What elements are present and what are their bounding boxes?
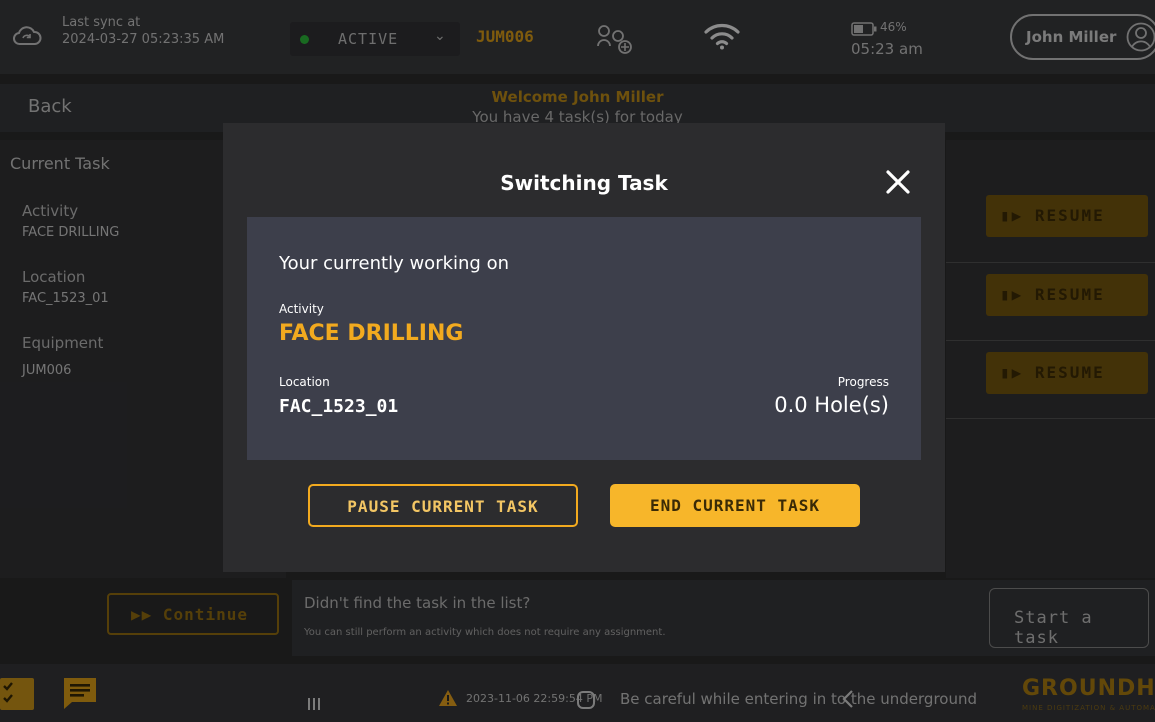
pause-current-task-button[interactable]: PAUSE CURRENT TASK (308, 484, 578, 527)
card-heading: Your currently working on (279, 253, 509, 274)
card-activity-label: Activity (279, 302, 324, 316)
card-progress-label: Progress (837, 375, 889, 389)
switching-task-dialog: Switching Task Your currently working on… (223, 123, 945, 572)
close-icon[interactable] (881, 165, 915, 199)
card-activity-value: FACE DRILLING (279, 321, 464, 346)
end-current-task-button[interactable]: END CURRENT TASK (610, 484, 860, 527)
card-location-label: Location (279, 375, 330, 389)
card-location-value: FAC_1523_01 (279, 396, 399, 417)
dialog-title: Switching Task (500, 171, 668, 195)
current-task-card: Your currently working on Activity FACE … (247, 217, 921, 460)
app-screen: Last sync at 2024-03-27 05:23:35 AM ACTI… (0, 0, 1155, 722)
card-progress-value: 0.0 Hole(s) (774, 393, 889, 417)
